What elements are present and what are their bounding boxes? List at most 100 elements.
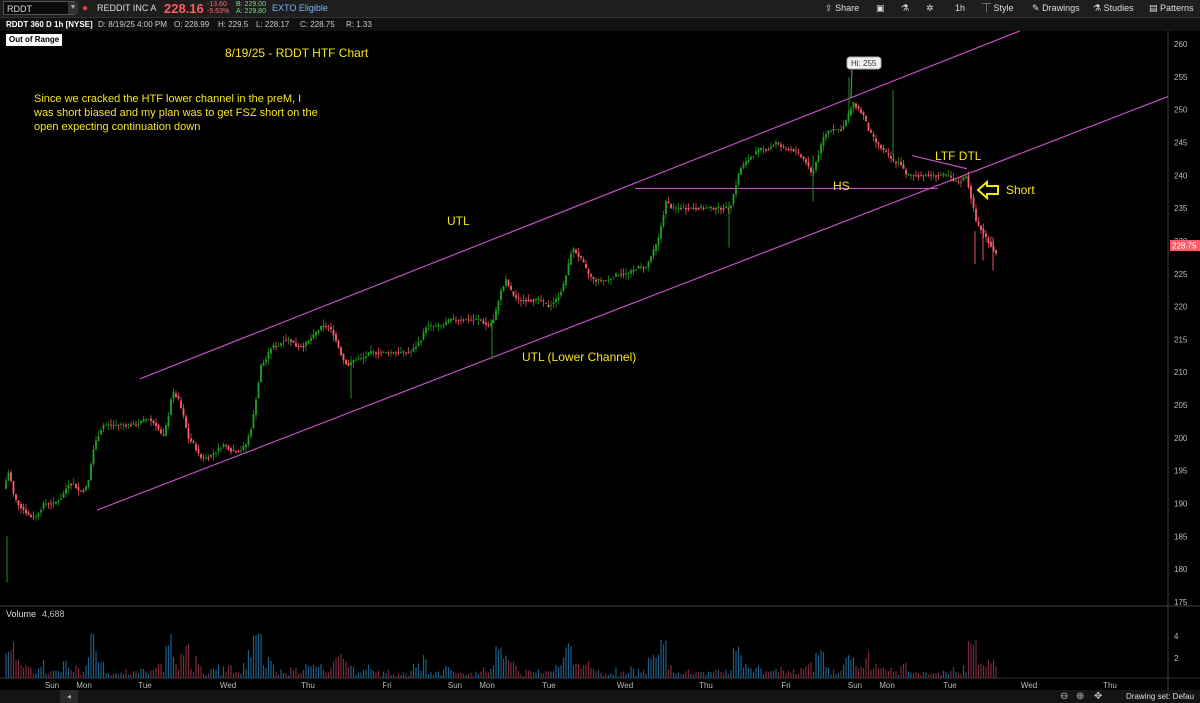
candle-body bbox=[865, 115, 867, 122]
crosshair-icon[interactable]: ✥ bbox=[1094, 690, 1102, 703]
candle-body bbox=[755, 151, 757, 155]
drawing-set-indicator[interactable]: Drawing set: Defau bbox=[1126, 690, 1194, 703]
candle-body bbox=[827, 130, 830, 134]
candle-body bbox=[545, 302, 547, 304]
price-tick-label: 205 bbox=[1174, 401, 1188, 410]
candle-body bbox=[990, 241, 992, 247]
candle-body bbox=[895, 161, 897, 164]
candle-body bbox=[730, 205, 732, 209]
volume-bar bbox=[282, 672, 285, 678]
candle-body bbox=[897, 161, 900, 163]
volume-bar bbox=[350, 665, 352, 678]
volume-bar bbox=[762, 674, 765, 678]
candle-body bbox=[105, 424, 107, 426]
utl-lower-channel-label: UTL (Lower Channel) bbox=[522, 350, 636, 364]
candle-body bbox=[692, 208, 695, 209]
volume-bar bbox=[462, 673, 465, 678]
candle-body bbox=[392, 352, 395, 354]
candle-body bbox=[520, 300, 522, 301]
candle-body bbox=[407, 352, 410, 354]
candle-body bbox=[72, 483, 75, 485]
volume-bar bbox=[655, 657, 657, 678]
candle-body bbox=[900, 162, 902, 166]
candle-body bbox=[957, 181, 960, 183]
candle-body bbox=[572, 248, 575, 253]
volume-bar bbox=[110, 674, 112, 678]
candle-body bbox=[552, 302, 555, 305]
candle-body bbox=[155, 422, 157, 426]
candle-body bbox=[100, 430, 102, 435]
volume-bar bbox=[687, 669, 690, 678]
candle-body bbox=[530, 300, 532, 302]
candle-body bbox=[617, 275, 620, 276]
scroll-left-handle[interactable]: ◂ bbox=[60, 690, 78, 703]
volume-bar bbox=[627, 672, 630, 678]
volume-bar bbox=[695, 672, 697, 678]
volume-bar bbox=[150, 670, 152, 678]
volume-bar bbox=[962, 665, 965, 678]
trendline-lower-channel[interactable] bbox=[96, 95, 1169, 511]
time-tick-label: Thu bbox=[1103, 681, 1117, 690]
candle-body bbox=[795, 150, 797, 152]
candle-body bbox=[630, 270, 632, 274]
candle-body bbox=[607, 279, 610, 281]
volume-bar bbox=[32, 673, 35, 678]
volume-bar bbox=[455, 673, 457, 678]
volume-bar bbox=[782, 670, 785, 678]
volume-bar bbox=[587, 660, 590, 678]
candle-body bbox=[652, 249, 655, 257]
price-tick-label: 175 bbox=[1174, 598, 1188, 607]
candle-body bbox=[375, 352, 377, 354]
volume-bar bbox=[65, 660, 67, 678]
candle-body bbox=[902, 164, 905, 169]
volume-bar bbox=[677, 672, 680, 678]
candle-body bbox=[975, 208, 977, 222]
volume-bar bbox=[620, 672, 622, 678]
candle-body bbox=[97, 435, 100, 442]
volume-bar bbox=[465, 675, 467, 678]
candle-body bbox=[15, 494, 17, 500]
volume-bar bbox=[375, 672, 377, 678]
volume-bar bbox=[905, 662, 907, 678]
candle-body bbox=[472, 319, 475, 321]
candle-body bbox=[782, 146, 785, 148]
candle-body bbox=[405, 352, 407, 354]
candle-body bbox=[627, 272, 630, 274]
volume-bar bbox=[895, 670, 897, 678]
candle-body bbox=[150, 418, 152, 421]
candle-body bbox=[95, 440, 97, 450]
candle-body bbox=[980, 225, 982, 231]
candle-body bbox=[187, 428, 190, 439]
candle-body bbox=[495, 309, 497, 321]
time-axis[interactable]: Sun Mon Tue Wed Thu Fri Sun Mon Tue Wed Thu Fri Sun M… bbox=[45, 681, 1117, 690]
candle-body bbox=[50, 503, 52, 505]
volume-tick-label: 2 bbox=[1174, 654, 1179, 663]
volume-bar bbox=[160, 663, 162, 678]
volume-bar bbox=[320, 664, 322, 678]
zoom-out-icon[interactable]: ⊖ bbox=[1060, 690, 1068, 703]
volume-bar bbox=[900, 666, 902, 678]
price-axis[interactable]: 1751801851901952002052102152202252302352… bbox=[1174, 40, 1188, 607]
volume-bar bbox=[872, 668, 875, 678]
volume-bar bbox=[120, 672, 122, 678]
volume-bar bbox=[590, 668, 592, 678]
volume-bar bbox=[57, 670, 60, 678]
candle-body bbox=[932, 174, 935, 176]
candle-body bbox=[817, 155, 820, 163]
candle-body bbox=[587, 269, 590, 275]
volume-bar bbox=[542, 673, 545, 678]
volume-bar bbox=[902, 663, 905, 678]
candle-body bbox=[132, 423, 135, 425]
volume-bar bbox=[932, 673, 935, 678]
volume-bar bbox=[27, 666, 30, 678]
volume-bar bbox=[220, 675, 222, 678]
candle-body bbox=[77, 487, 80, 491]
volume-bar bbox=[145, 671, 147, 678]
zoom-in-icon[interactable]: ⊕ bbox=[1076, 690, 1084, 703]
price-chart[interactable]: 1751801851901952002052102152202252302352… bbox=[0, 0, 1200, 703]
volume-bar bbox=[772, 670, 775, 678]
candle-body bbox=[315, 332, 317, 336]
volume-bar bbox=[857, 668, 860, 678]
volume-bar bbox=[50, 671, 52, 678]
volume-bar bbox=[937, 672, 940, 678]
